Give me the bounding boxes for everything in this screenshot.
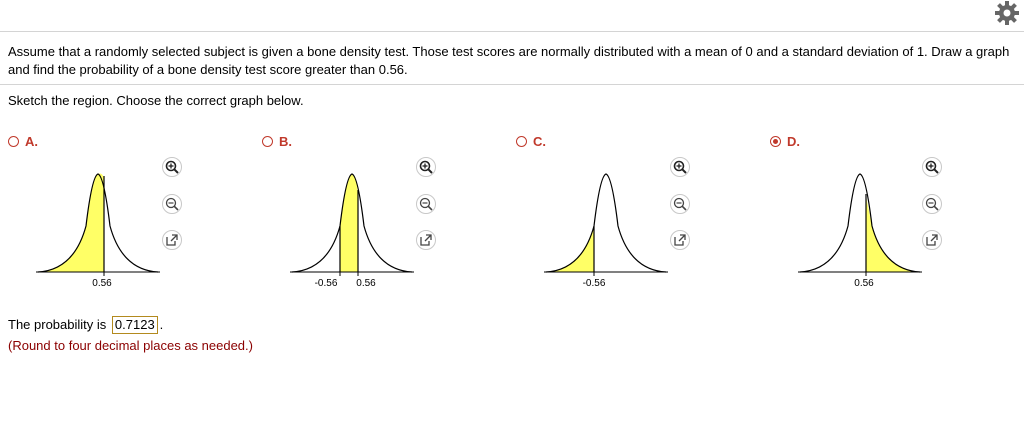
zoom-in-icon <box>419 160 433 174</box>
graph-c-curve <box>545 173 667 273</box>
gear-icon <box>995 1 1019 25</box>
external-link-icon <box>166 234 178 246</box>
answer-line: The probability is 0.7123. <box>8 316 163 334</box>
rounding-note: (Round to four decimal places as needed.… <box>8 338 253 353</box>
option-b-radio[interactable] <box>262 135 273 147</box>
graph-b-shaded-region <box>340 174 358 272</box>
graph-d-curve <box>799 173 921 273</box>
graph-c-shaded-region <box>546 226 594 272</box>
zoom-out-icon <box>165 197 179 211</box>
graph-a-plot: 0.56 <box>36 173 160 289</box>
top-divider <box>0 31 1024 32</box>
option-b-zoom-out-button[interactable] <box>416 194 436 214</box>
graph-b-tick-label-neg: -0.56 <box>315 278 338 289</box>
section-divider <box>0 84 1024 85</box>
option-a-zoom-in-button[interactable] <box>162 157 182 177</box>
settings-button[interactable] <box>994 0 1020 26</box>
zoom-out-icon <box>419 197 433 211</box>
graph-d-plot: 0.56 <box>798 173 922 289</box>
option-b-zoom-in-button[interactable] <box>416 157 436 177</box>
answer-suffix: . <box>159 317 164 332</box>
zoom-in-icon <box>673 160 687 174</box>
option-c-zoom-in-button[interactable] <box>670 157 690 177</box>
option-c-open-button[interactable] <box>670 230 690 250</box>
option-d-zoom-out-button[interactable] <box>922 194 942 214</box>
zoom-out-icon <box>925 197 939 211</box>
option-c-radio[interactable] <box>516 135 527 147</box>
option-a-radio[interactable] <box>8 135 19 147</box>
option-b-open-button[interactable] <box>416 230 436 250</box>
option-d[interactable]: D. <box>770 133 800 149</box>
probability-answer-field[interactable]: 0.7123 <box>111 316 158 334</box>
external-link-icon <box>674 234 686 246</box>
graph-a-tick-label: 0.56 <box>92 278 112 289</box>
option-a-open-button[interactable] <box>162 230 182 250</box>
graph-c-plot: -0.56 <box>544 173 668 289</box>
zoom-in-icon <box>925 160 939 174</box>
zoom-in-icon <box>165 160 179 174</box>
option-c-zoom-out-button[interactable] <box>670 194 690 214</box>
graph-b-plot: -0.56 0.56 <box>290 173 414 289</box>
graph-c-tick-label: -0.56 <box>583 278 606 289</box>
graph-a: 0.56 <box>34 166 164 290</box>
option-a-letter: A. <box>25 133 38 149</box>
instruction-text: Sketch the region. Choose the correct gr… <box>8 93 304 108</box>
zoom-out-icon <box>673 197 687 211</box>
option-d-letter: D. <box>787 133 800 149</box>
graph-d: 0.56 <box>796 166 926 290</box>
option-b[interactable]: B. <box>262 133 292 149</box>
option-b-letter: B. <box>279 133 292 149</box>
option-d-zoom-in-button[interactable] <box>922 157 942 177</box>
option-a[interactable]: A. <box>8 133 38 149</box>
question-text: Assume that a randomly selected subject … <box>8 44 1010 77</box>
option-d-open-button[interactable] <box>922 230 942 250</box>
graph-b: -0.56 0.56 <box>288 166 418 290</box>
graph-c: -0.56 <box>542 166 672 290</box>
option-c-letter: C. <box>533 133 546 149</box>
external-link-icon <box>926 234 938 246</box>
graph-d-tick-label: 0.56 <box>854 278 874 289</box>
option-d-radio[interactable] <box>770 135 781 147</box>
option-a-zoom-out-button[interactable] <box>162 194 182 214</box>
external-link-icon <box>420 234 432 246</box>
graph-b-tick-label-pos: 0.56 <box>356 278 376 289</box>
option-c[interactable]: C. <box>516 133 546 149</box>
answer-prefix: The probability is <box>8 317 107 332</box>
